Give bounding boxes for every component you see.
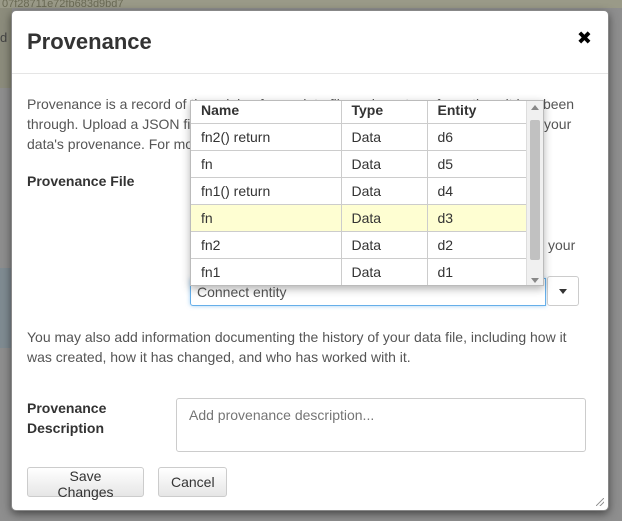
table-row[interactable]: fn1 Data d1 xyxy=(191,258,528,285)
close-icon[interactable]: ✖ xyxy=(577,29,592,47)
cell-name: fn xyxy=(191,204,342,232)
column-header-name[interactable]: Name xyxy=(191,101,342,124)
provenance-file-label: Provenance File xyxy=(27,173,135,189)
cell-name: fn xyxy=(191,150,342,178)
modal-header: Provenance ✖ xyxy=(12,11,608,74)
cell-name: fn1() return xyxy=(191,177,342,205)
column-header-type[interactable]: Type xyxy=(341,101,428,124)
cancel-button[interactable]: Cancel xyxy=(158,467,227,497)
cell-type: Data xyxy=(341,177,428,205)
table-header-row: Name Type Entity xyxy=(191,101,528,124)
label-line: Provenance xyxy=(27,400,107,416)
cell-name: fn1 xyxy=(191,258,342,285)
intro-tail: your xyxy=(544,116,572,132)
cell-name: fn2() return xyxy=(191,123,342,151)
trailing-text: your xyxy=(548,237,576,253)
column-header-entity[interactable]: Entity xyxy=(427,101,528,124)
cell-entity: d5 xyxy=(427,150,528,178)
backdrop-letter: d xyxy=(0,30,8,45)
entity-table: Name Type Entity fn2() return Data d6 fn… xyxy=(191,101,528,285)
scroll-up-icon[interactable] xyxy=(531,105,539,110)
cell-name: fn2 xyxy=(191,231,342,259)
backdrop-hash-text: 07f28711e72fb683d9bd7 xyxy=(0,0,622,8)
cell-type: Data xyxy=(341,258,428,285)
cell-entity: d3 xyxy=(427,204,528,232)
provenance-description-label: Provenance Description xyxy=(27,398,106,438)
table-row[interactable]: fn2() return Data d6 xyxy=(191,123,528,151)
cell-type: Data xyxy=(341,231,428,259)
entity-dropdown-button[interactable] xyxy=(547,276,579,306)
cell-entity: d1 xyxy=(427,258,528,285)
popup-scrollbar[interactable] xyxy=(526,101,543,285)
description-help-text: You may also add information documenting… xyxy=(27,329,567,365)
save-changes-button[interactable]: Save Changes xyxy=(27,467,144,500)
resize-grip-icon[interactable] xyxy=(596,498,604,506)
scroll-thumb[interactable] xyxy=(530,120,540,260)
table-row[interactable]: fn Data d5 xyxy=(191,150,528,178)
cell-entity: d6 xyxy=(427,123,528,151)
cell-entity: d4 xyxy=(427,177,528,205)
intro-line3: data's provenance. For mo xyxy=(27,136,194,152)
cell-entity: d2 xyxy=(427,231,528,259)
chevron-down-icon xyxy=(559,289,567,294)
modal-title: Provenance xyxy=(27,29,152,54)
cell-type: Data xyxy=(341,150,428,178)
table-row[interactable]: fn1() return Data d4 xyxy=(191,177,528,205)
cell-type: Data xyxy=(341,123,428,151)
entity-picker-popup: Name Type Entity fn2() return Data d6 fn… xyxy=(190,100,544,286)
label-line: Description xyxy=(27,420,105,436)
provenance-description-textarea[interactable] xyxy=(176,398,586,452)
table-row[interactable]: fn2 Data d2 xyxy=(191,231,528,259)
scroll-down-icon[interactable] xyxy=(531,278,539,283)
cell-type: Data xyxy=(341,204,428,232)
table-row-selected[interactable]: fn Data d3 xyxy=(191,204,528,232)
